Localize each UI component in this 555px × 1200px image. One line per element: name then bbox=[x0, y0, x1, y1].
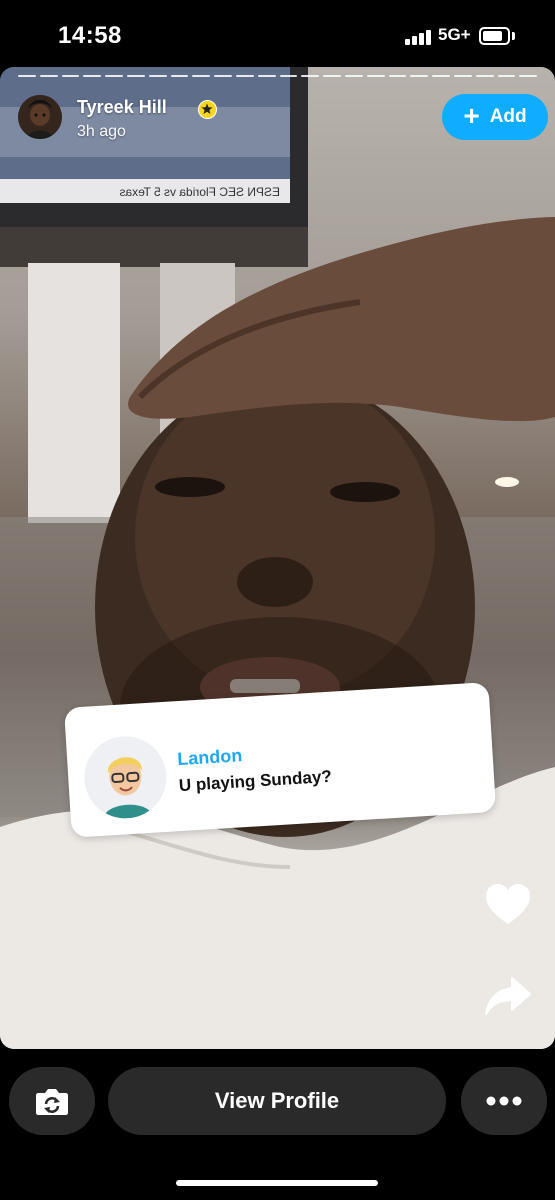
status-time: 14:58 bbox=[58, 22, 122, 49]
battery-icon bbox=[479, 27, 510, 45]
heart-icon[interactable] bbox=[484, 882, 532, 926]
posted-time: 3h ago bbox=[77, 123, 126, 140]
camera-button[interactable] bbox=[9, 1067, 95, 1135]
view-profile-button[interactable]: View Profile bbox=[108, 1067, 446, 1135]
reply-sender-name: Landon bbox=[176, 745, 243, 770]
reply-card[interactable]: Landon U playing Sunday? bbox=[64, 682, 497, 838]
home-indicator[interactable] bbox=[176, 1180, 378, 1186]
poster-name[interactable]: Tyreek Hill bbox=[77, 97, 167, 118]
status-bar: 14:58 5G+ bbox=[0, 0, 555, 70]
bottom-bar: View Profile bbox=[0, 1049, 555, 1200]
signal-icon bbox=[405, 29, 435, 45]
more-dots-icon bbox=[486, 1096, 522, 1106]
story-progress-bar bbox=[18, 75, 538, 78]
poster-avatar[interactable] bbox=[18, 95, 62, 139]
network-type: 5G+ bbox=[438, 25, 471, 44]
svg-text:ESPN SEC Florida vs 5 Texas: ESPN SEC Florida vs 5 Texas bbox=[119, 185, 280, 199]
more-options-button[interactable] bbox=[461, 1067, 547, 1135]
story-photo: ESPN SEC Florida vs 5 Texas bbox=[0, 67, 555, 1049]
camera-flip-icon bbox=[36, 1089, 68, 1115]
plus-icon: + bbox=[463, 99, 480, 131]
story-header[interactable]: Tyreek Hill 3h ago bbox=[18, 93, 438, 153]
add-friend-button[interactable]: + Add bbox=[442, 94, 548, 140]
battery-nub bbox=[512, 32, 515, 40]
story-view[interactable]: ESPN SEC Florida vs 5 Texas Tyreek Hill … bbox=[0, 67, 555, 1049]
reply-message: U playing Sunday? bbox=[178, 766, 333, 796]
reply-avatar bbox=[81, 733, 169, 821]
add-button-label: Add bbox=[489, 106, 527, 127]
share-arrow-icon[interactable] bbox=[484, 976, 532, 1018]
star-badge-icon bbox=[198, 100, 217, 119]
